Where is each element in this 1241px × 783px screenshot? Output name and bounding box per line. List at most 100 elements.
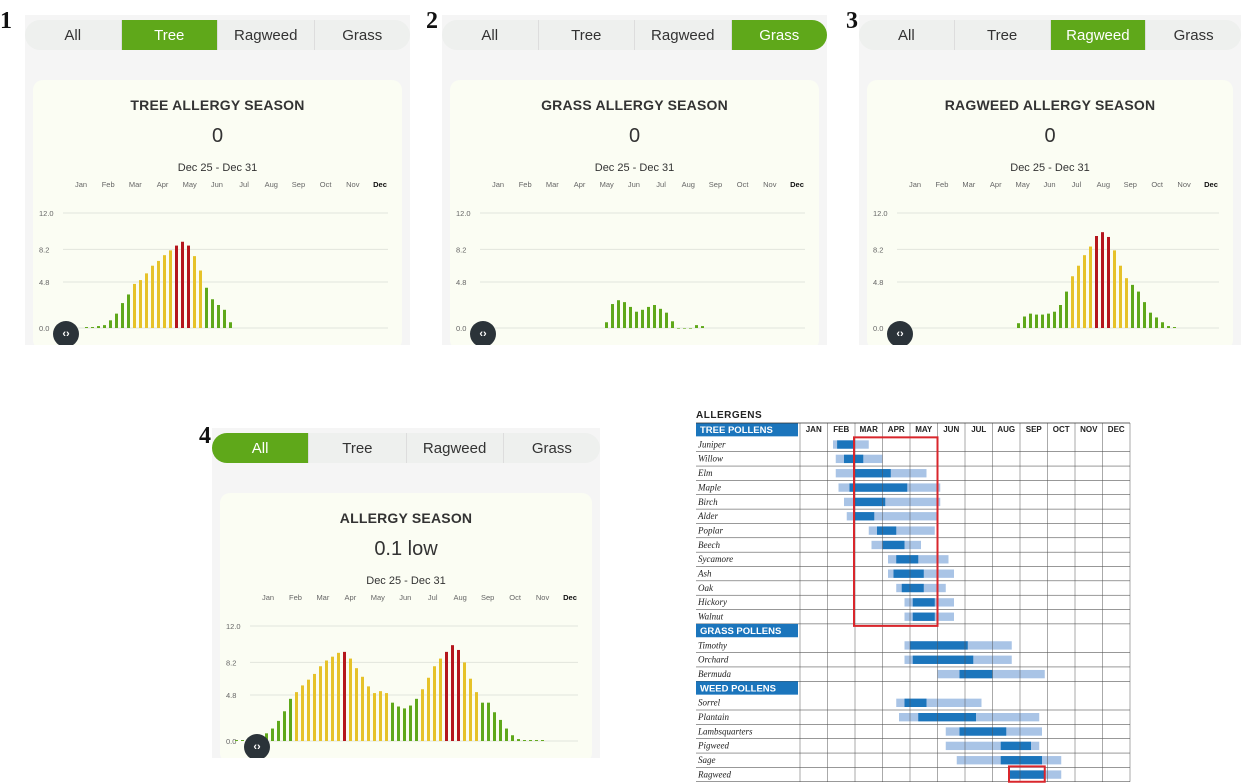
season-bar xyxy=(109,320,112,328)
tab-all[interactable]: All xyxy=(25,20,121,50)
season-bar xyxy=(1143,302,1146,328)
allergen-peak-bar xyxy=(1009,770,1045,779)
tab-ragweed[interactable]: Ragweed xyxy=(1049,20,1146,50)
allergen-peak-bar xyxy=(855,497,886,507)
season-bar xyxy=(103,325,106,328)
tab-tree[interactable]: Tree xyxy=(120,20,217,50)
season-bar xyxy=(1167,326,1170,328)
tab-all[interactable]: All xyxy=(859,20,954,50)
month-tick: Jan xyxy=(909,180,921,189)
allergen-name: Sycamore xyxy=(698,554,733,564)
tab-all[interactable]: All xyxy=(442,20,538,50)
allergen-name: Hickory xyxy=(697,597,727,607)
scroll-nav-button[interactable]: ‹› xyxy=(887,321,913,345)
season-bar xyxy=(223,309,226,328)
allergen-group-label: TREE POLLENS xyxy=(700,425,773,436)
season-bar xyxy=(1065,291,1068,328)
month-tick: Mar xyxy=(316,593,329,602)
month-tick: Apr xyxy=(990,180,1002,189)
season-bar xyxy=(1077,265,1080,328)
month-tick: Nov xyxy=(763,180,777,189)
panel-number: 1 xyxy=(0,8,12,34)
season-bar xyxy=(493,712,496,741)
season-bar xyxy=(1119,265,1122,328)
tab-tree[interactable]: Tree xyxy=(953,20,1050,50)
allergen-chart: ALLERGENS JAN FEB MAR APR MAY JUN JUL AUG SEP OCT… xyxy=(690,410,1141,783)
season-bar xyxy=(523,740,526,741)
allergen-peak-bar xyxy=(912,598,935,607)
month-tick: Dec xyxy=(790,180,804,189)
month-tick: Aug xyxy=(682,180,695,189)
allergen-name: Juniper xyxy=(698,439,726,449)
season-bar xyxy=(1029,313,1032,328)
panel-number: 4 xyxy=(199,423,211,449)
season-bar xyxy=(1083,255,1086,328)
pollen-tabs: All Tree Ragweed Grass xyxy=(859,20,1241,50)
y-tick: 8.2 xyxy=(226,658,236,667)
season-bar xyxy=(1053,311,1056,328)
season-bar xyxy=(97,326,100,328)
season-bar xyxy=(295,692,298,741)
season-bar xyxy=(1113,250,1116,328)
season-bar xyxy=(199,270,202,328)
allergen-name: Elm xyxy=(697,468,713,478)
season-bar xyxy=(1071,276,1074,328)
season-bar xyxy=(647,306,650,328)
pollen-panel-1: All Tree Ragweed Grass TREE ALLERGY SEASON 0 D… xyxy=(25,15,410,345)
tab-grass[interactable]: Grass xyxy=(730,20,827,50)
allergen-name: Ash xyxy=(697,569,712,579)
season-bar xyxy=(1107,236,1110,328)
season-bar xyxy=(457,649,460,741)
month-tick: Jan xyxy=(492,180,504,189)
tab-ragweed[interactable]: Ragweed xyxy=(217,20,314,50)
allergen-name: Timothy xyxy=(698,640,727,650)
month-tick: Jun xyxy=(1043,180,1055,189)
season-bar xyxy=(445,651,448,741)
tab-grass[interactable]: Grass xyxy=(1145,20,1241,50)
tab-ragweed[interactable]: Ragweed xyxy=(405,433,503,463)
season-bar xyxy=(499,719,502,741)
tab-ragweed[interactable]: Ragweed xyxy=(634,20,731,50)
season-bar xyxy=(205,287,208,328)
y-tick: 4.8 xyxy=(39,278,49,287)
tab-all[interactable]: All xyxy=(212,433,309,463)
pollen-panel-2: All Tree Ragweed Grass GRASS ALLERGY SEASON 0… xyxy=(442,15,827,345)
allergen-month: JAN xyxy=(806,425,822,434)
season-card: ALLERGY SEASON 0.1 low Dec 25 - Dec 31 Jan F… xyxy=(220,493,592,758)
tab-tree[interactable]: Tree xyxy=(537,20,635,50)
scroll-nav-button[interactable]: ‹› xyxy=(244,734,270,758)
season-bar xyxy=(529,740,532,741)
season-bar xyxy=(427,677,430,741)
tab-grass[interactable]: Grass xyxy=(502,433,600,463)
season-bar xyxy=(1047,313,1050,328)
allergen-name: Bermuda xyxy=(698,669,731,679)
season-bar xyxy=(1089,246,1092,328)
tab-tree[interactable]: Tree xyxy=(308,433,405,463)
month-tick: Sep xyxy=(1124,180,1137,189)
season-bar xyxy=(277,720,280,741)
month-tick: Jul xyxy=(428,593,438,602)
season-bar xyxy=(695,325,698,328)
season-bar xyxy=(641,309,644,328)
allergen-month: DEC xyxy=(1108,425,1125,434)
scroll-nav-button[interactable]: ‹› xyxy=(470,321,496,345)
season-bar xyxy=(611,304,614,328)
allergen-month: MAY xyxy=(915,425,933,434)
tab-grass[interactable]: Grass xyxy=(313,20,411,50)
month-tick: Dec xyxy=(373,180,387,189)
y-tick: 0.0 xyxy=(873,324,883,333)
month-tick: Jan xyxy=(75,180,87,189)
season-bar xyxy=(397,706,400,741)
allergen-name: Poplar xyxy=(697,525,723,535)
month-tick: Jun xyxy=(211,180,223,189)
season-bar xyxy=(1125,278,1128,328)
allergen-name: Birch xyxy=(698,497,718,507)
month-tick: Nov xyxy=(1177,180,1191,189)
scroll-nav-button[interactable]: ‹› xyxy=(53,321,79,345)
allergen-name: Pigweed xyxy=(697,741,729,751)
season-bar xyxy=(1161,322,1164,328)
y-tick: 0.0 xyxy=(226,737,236,746)
season-bar xyxy=(463,662,466,741)
allergen-peak-bar xyxy=(910,641,968,650)
allergen-name: Oak xyxy=(698,583,714,593)
